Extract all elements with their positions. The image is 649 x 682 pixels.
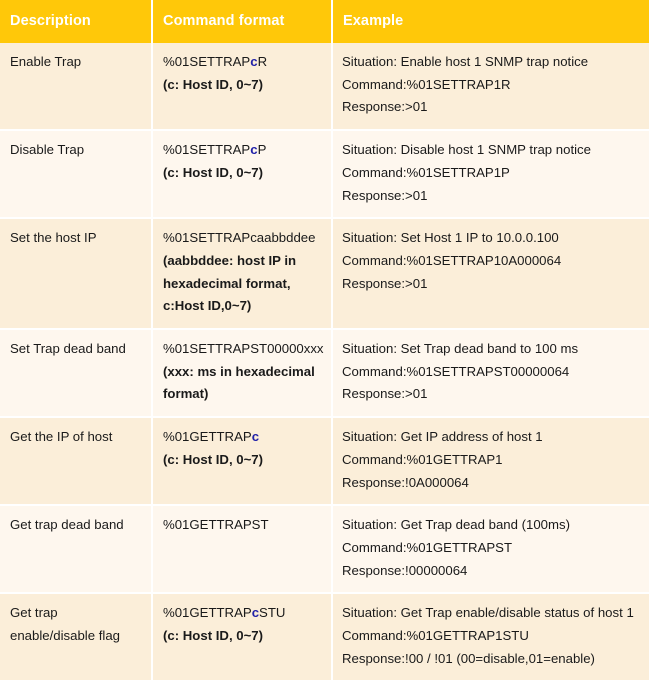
example-response-line: Response:>01 [342,275,428,291]
cell-command-format: %01SETTRAPST00000xxx (xxx: ms in hexadeci… [152,329,333,419]
command-prefix: %01SETTRAP [163,54,251,69]
command-prefix: %01SETTRAPcaabbddee [163,230,316,246]
table-row: Get trap dead band %01GETTRAPST Situation:… [0,505,649,595]
example-command-line: Command:%01SETTRAP1R [342,76,511,92]
cell-example: Situation: Get IP address of host 1 Comma… [332,417,649,507]
table-row: Set the host IP %01SETTRAPcaabbddee (aabbd… [0,218,649,331]
cell-description: Get trap dead band [0,505,153,595]
command-format-string: %01GETTRAPcSTU [163,602,323,625]
cell-description: Enable Trap [0,43,153,132]
example-command-line: Command:%01SETTRAP1P [342,164,510,180]
table-row: Get the IP of host %01GETTRAPc (c: Host ID… [0,417,649,507]
command-host-id-variable: c [251,605,260,621]
cell-description: Set Trap dead band [0,329,153,419]
cell-command-format: %01SETTRAPcR (c: Host ID, 0~7) [152,43,333,132]
command-suffix: STU [259,605,286,621]
column-header-example: Example [332,0,649,43]
command-prefix: %01SETTRAPST00000xxx [163,341,324,357]
example-command-line: Command:%01SETTRAP10A000064 [342,252,562,268]
snmp-trap-command-table: Description Command format Example Enabl… [0,0,649,682]
command-host-id-variable: c [250,54,258,69]
cell-example: Situation: Get Trap enable/disable statu… [332,593,649,682]
example-response-line: Response:!0A000064 [342,474,469,490]
example-command-line: Command:%01GETTRAP1STU [342,628,529,644]
example-response-line: Response:>01 [342,386,428,402]
example-response-line: Response:!00 / !01 (00=disable,01=enable… [342,650,595,666]
cell-command-format: %01GETTRAPST [152,505,333,595]
cell-example: Situation: Disable host 1 SNMP trap noti… [332,130,649,220]
command-format-note: (aabbddee: host IP in hexadecimal format… [163,252,297,314]
table-header: Description Command format Example [0,0,649,43]
command-format-string: %01SETTRAPcaabbddee [163,227,323,250]
command-format-note: (c: Host ID, 0~7) [163,451,264,467]
command-prefix: %01SETTRAP [163,142,251,158]
example-command-line: Command:%01GETTRAPST [342,539,513,555]
example-situation-line: Situation: Set Host 1 IP to 10.0.0.100 [342,230,559,246]
example-situation-line: Situation: Set Trap dead band to 100 ms [342,341,579,357]
cell-command-format: %01GETTRAPcSTU (c: Host ID, 0~7) [152,593,333,682]
command-prefix: %01GETTRAPST [163,517,269,533]
cell-command-format: %01SETTRAPcP (c: Host ID, 0~7) [152,130,333,220]
command-format-note: (c: Host ID, 0~7) [163,628,264,644]
cell-description: Disable Trap [0,130,153,220]
table-row: Get trap enable/disable flag %01GETTRAPcS… [0,593,649,682]
cell-command-format: %01SETTRAPcaabbddee (aabbddee: host IP in… [152,218,333,331]
command-format-string: %01GETTRAPST [163,514,323,537]
command-host-id-variable: c [251,429,260,445]
cell-description: Set the host IP [0,218,153,331]
table-row: Disable Trap %01SETTRAPcP (c: Host ID, 0~7… [0,130,649,220]
command-prefix: %01GETTRAP [163,429,252,445]
table-row: Set Trap dead band %01SETTRAPST00000xxx (x… [0,329,649,419]
command-host-id-variable: c [250,142,258,158]
cell-description: Get the IP of host [0,417,153,507]
command-format-note: (xxx: ms in hexadecimal format) [163,363,315,402]
example-situation-line: Situation: Get Trap dead band (100ms) [342,517,570,533]
example-command-line: Command:%01GETTRAP1 [342,451,503,467]
command-suffix: R [257,54,268,69]
cell-description: Get trap enable/disable flag [0,593,153,682]
command-format-string: %01SETTRAPcP [163,139,323,162]
command-format-string: %01SETTRAPST00000xxx [163,338,324,361]
command-suffix: P [257,142,267,158]
example-situation-line: Situation: Get Trap enable/disable statu… [342,605,634,621]
table-body: Enable Trap %01SETTRAPcR (c: Host ID, 0~7)… [0,43,649,682]
command-format-string: %01SETTRAPcR [163,51,323,74]
command-format-string: %01GETTRAPc [163,426,323,449]
cell-command-format: %01GETTRAPc (c: Host ID, 0~7) [152,417,333,507]
cell-example: Situation: Set Trap dead band to 100 ms C… [332,329,649,419]
command-format-note: (c: Host ID, 0~7) [163,164,264,180]
table-row: Enable Trap %01SETTRAPcR (c: Host ID, 0~7)… [0,43,649,132]
example-situation-line: Situation: Disable host 1 SNMP trap noti… [342,142,591,158]
command-format-note: (c: Host ID, 0~7) [163,76,264,92]
table-header-row: Description Command format Example [0,0,649,43]
example-command-line: Command:%01SETTRAPST00000064 [342,363,570,379]
command-prefix: %01GETTRAP [163,605,252,621]
cell-example: Situation: Get Trap dead band (100ms) Com… [332,505,649,595]
column-header-description: Description [0,0,153,43]
cell-example: Situation: Set Host 1 IP to 10.0.0.100 Co… [332,218,649,331]
example-situation-line: Situation: Get IP address of host 1 [342,429,543,445]
example-situation-line: Situation: Enable host 1 SNMP trap notic… [342,54,589,69]
example-response-line: Response:>01 [342,187,428,203]
cell-example: Situation: Enable host 1 SNMP trap notic… [332,43,649,132]
column-header-command-format: Command format [152,0,333,43]
example-response-line: Response:>01 [342,99,428,115]
example-response-line: Response:!00000064 [342,562,468,578]
